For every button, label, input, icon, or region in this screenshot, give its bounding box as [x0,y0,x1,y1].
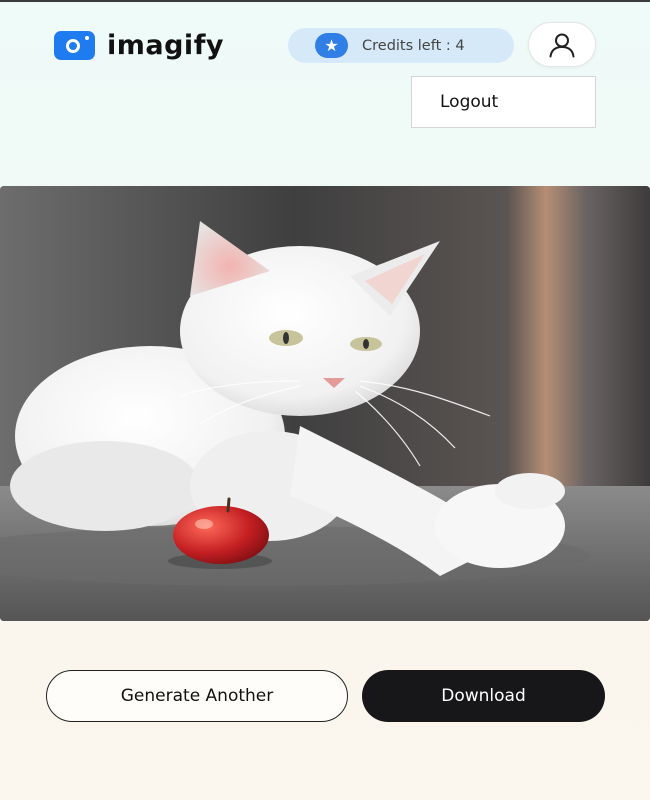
generated-image [0,186,650,621]
generate-another-button[interactable]: Generate Another [46,670,348,722]
brand-logo[interactable]: imagify [54,30,224,61]
user-dropdown-menu: Logout [411,76,596,128]
download-button[interactable]: Download [362,670,605,722]
generated-image-picture [0,186,650,621]
credits-badge[interactable]: ★ Credits left : 4 [288,28,514,63]
camera-lens-icon [54,31,95,60]
top-border [0,0,650,2]
star-icon: ★ [315,33,348,58]
brand-name: imagify [107,30,225,61]
credits-label: Credits left : 4 [362,37,465,54]
user-menu-button[interactable] [528,22,596,67]
user-icon [549,33,575,57]
logout-menu-item[interactable]: Logout [440,92,498,112]
